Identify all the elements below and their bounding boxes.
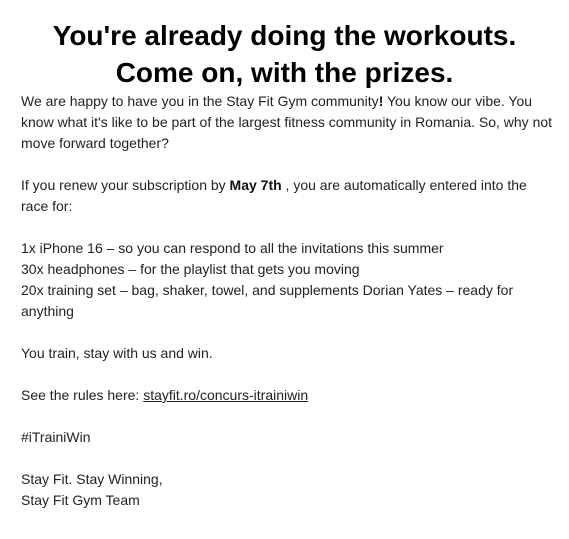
prize-item-headphones: 30x headphones – for the playlist that g… (21, 261, 360, 277)
rules-link[interactable]: stayfit.ro/concurs-itrainiwin (143, 387, 308, 403)
intro-text-start: We are happy to have you in the Stay Fit… (21, 93, 379, 109)
prize-item-training-set: 20x training set – bag, shaker, towel, a… (21, 282, 514, 319)
signoff-line-2: Stay Fit Gym Team (21, 492, 140, 508)
rules-label: See the rules here: (21, 387, 144, 403)
prize-list: 1x iPhone 16 – so you can respond to all… (21, 238, 556, 322)
rules-paragraph: See the rules here: stayfit.ro/concurs-i… (21, 385, 556, 406)
headline-line-1: You're already doing the workouts. (52, 20, 517, 51)
cta-paragraph: You train, stay with us and win. (21, 345, 213, 361)
hashtag: #iTrainiWin (21, 429, 91, 445)
intro-paragraph: We are happy to have you in the Stay Fit… (21, 91, 556, 154)
renew-text-start: If you renew your subscription by (21, 177, 230, 193)
headline: You're already doing the workouts. Come … (0, 0, 569, 91)
prize-item-iphone: 1x iPhone 16 – so you can respond to all… (21, 240, 444, 256)
renew-paragraph: If you renew your subscription by May 7t… (21, 175, 556, 217)
signoff-line-1: Stay Fit. Stay Winning, (21, 471, 163, 487)
renew-deadline: May 7th (229, 177, 282, 193)
signoff: Stay Fit. Stay Winning, Stay Fit Gym Tea… (21, 469, 556, 511)
headline-line-2: Come on, with the prizes. (115, 57, 454, 88)
email-body: We are happy to have you in the Stay Fit… (21, 91, 556, 511)
